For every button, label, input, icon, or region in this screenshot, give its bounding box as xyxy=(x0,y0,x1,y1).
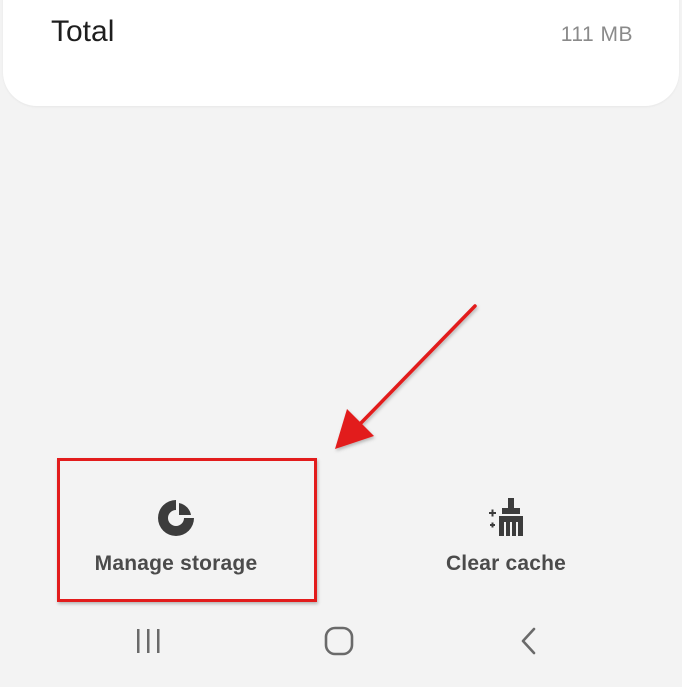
manage-storage-button[interactable]: Manage storage xyxy=(66,480,286,600)
manage-storage-label: Manage storage xyxy=(94,552,258,575)
clear-cache-button[interactable]: Clear cache xyxy=(396,480,616,600)
back-chevron-icon xyxy=(521,627,536,655)
navigation-bar xyxy=(0,612,682,672)
recent-apps-icon xyxy=(137,629,160,653)
clear-cache-label: Clear cache xyxy=(445,552,567,575)
pie-chart-icon xyxy=(158,498,196,536)
recent-apps-button[interactable] xyxy=(129,624,169,660)
back-button[interactable] xyxy=(509,624,549,660)
home-icon xyxy=(324,626,354,656)
brush-sparkle-icon xyxy=(489,498,523,536)
home-button[interactable] xyxy=(319,624,359,660)
